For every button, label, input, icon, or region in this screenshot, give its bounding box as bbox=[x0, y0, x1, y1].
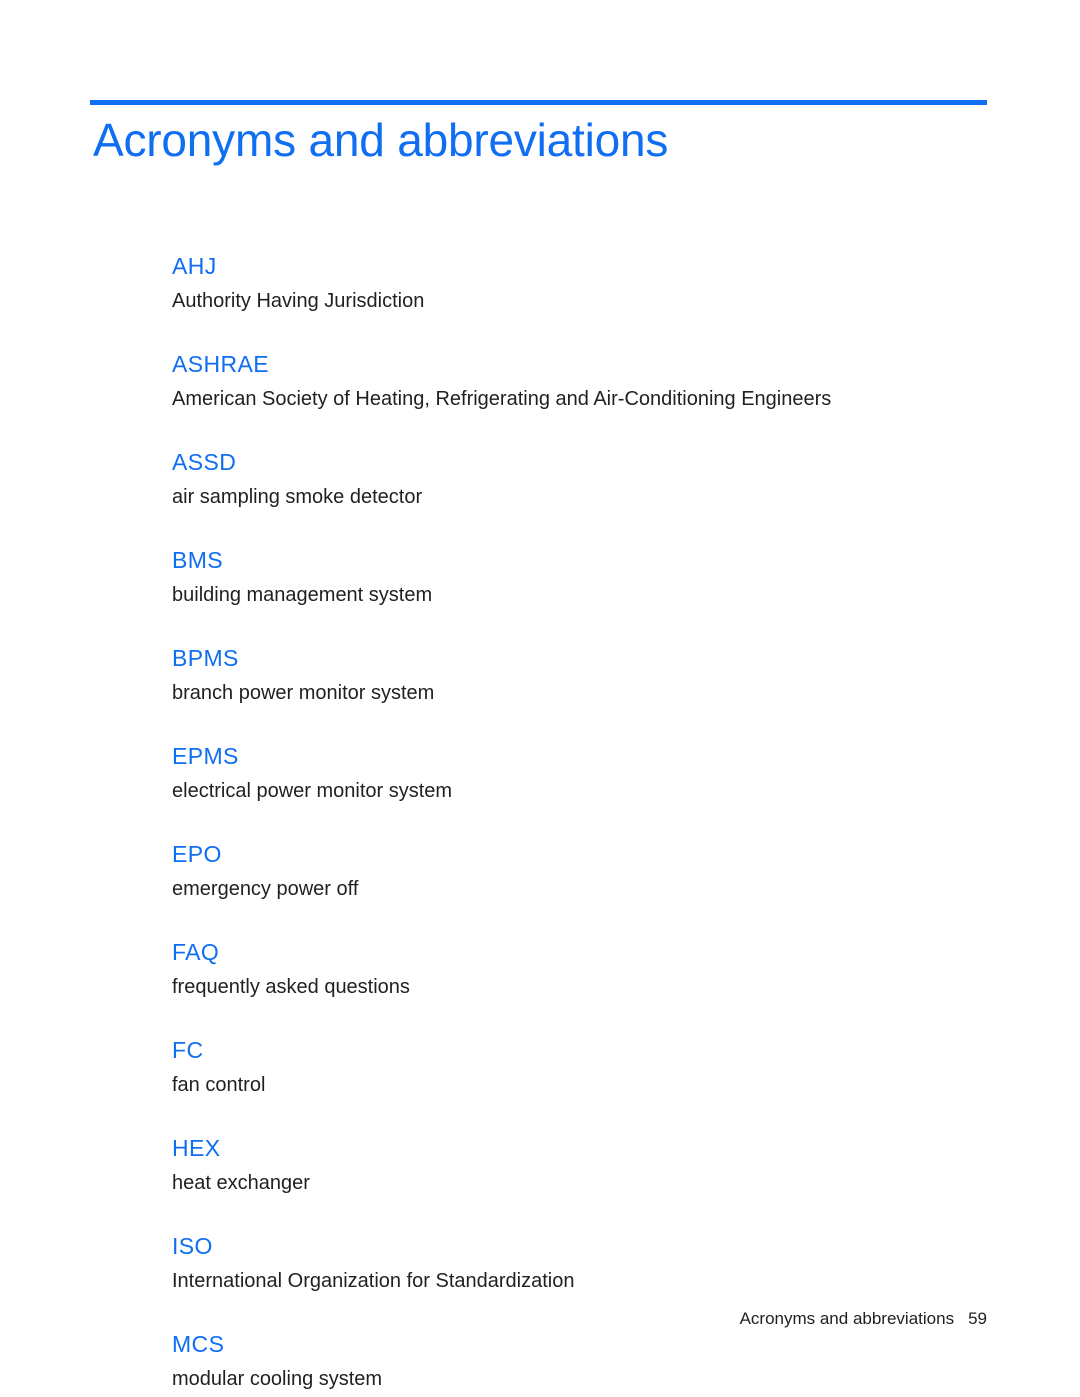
page-footer: Acronyms and abbreviations 59 bbox=[90, 1308, 987, 1330]
glossary-entry: ISO International Organization for Stand… bbox=[172, 1232, 992, 1294]
glossary-term: ASSD bbox=[172, 449, 237, 475]
glossary-entry: MCS modular cooling system bbox=[172, 1330, 992, 1392]
glossary-term: BPMS bbox=[172, 645, 239, 671]
glossary-definition: modular cooling system bbox=[172, 1368, 383, 1390]
glossary-definition: branch power monitor system bbox=[172, 682, 435, 704]
glossary-definition: frequently asked questions bbox=[172, 976, 410, 998]
glossary-term: HEX bbox=[172, 1135, 221, 1161]
glossary-definition: Authority Having Jurisdiction bbox=[172, 290, 425, 312]
glossary-entry: HEX heat exchanger bbox=[172, 1134, 992, 1196]
glossary-term: MCS bbox=[172, 1331, 225, 1357]
glossary-definition: fan control bbox=[172, 1074, 266, 1096]
glossary-entry: FC fan control bbox=[172, 1036, 992, 1098]
glossary-term: ISO bbox=[172, 1233, 213, 1259]
glossary-term: ASHRAE bbox=[172, 351, 269, 377]
glossary-definition: electrical power monitor system bbox=[172, 780, 453, 802]
glossary-entry: BMS building management system bbox=[172, 546, 992, 608]
page-title: Acronyms and abbreviations bbox=[93, 114, 669, 166]
glossary-entry: FAQ frequently asked questions bbox=[172, 938, 992, 1000]
glossary-term: EPO bbox=[172, 841, 222, 867]
glossary-entry: EPMS electrical power monitor system bbox=[172, 742, 992, 804]
footer-section-label: Acronyms and abbreviations bbox=[739, 1309, 955, 1328]
glossary-definition: International Organization for Standardi… bbox=[172, 1270, 575, 1292]
footer-page-number: 59 bbox=[968, 1309, 987, 1328]
glossary-entry: EPO emergency power off bbox=[172, 840, 992, 902]
glossary-list: AHJ Authority Having Jurisdiction ASHRAE… bbox=[172, 252, 992, 1392]
glossary-definition: building management system bbox=[172, 584, 433, 606]
glossary-entry: ASSD air sampling smoke detector bbox=[172, 448, 992, 510]
glossary-definition: emergency power off bbox=[172, 878, 359, 900]
glossary-entry: BPMS branch power monitor system bbox=[172, 644, 992, 706]
glossary-term: BMS bbox=[172, 547, 224, 573]
glossary-term: FC bbox=[172, 1037, 204, 1063]
page-header: Acronyms and abbreviations bbox=[90, 100, 987, 164]
glossary-entry: ASHRAE American Society of Heating, Refr… bbox=[172, 350, 992, 412]
glossary-term: FAQ bbox=[172, 939, 220, 965]
glossary-entry: AHJ Authority Having Jurisdiction bbox=[172, 252, 992, 314]
glossary-term: EPMS bbox=[172, 743, 239, 769]
glossary-definition: American Society of Heating, Refrigerati… bbox=[172, 388, 832, 410]
glossary-term: AHJ bbox=[172, 253, 217, 279]
glossary-definition: heat exchanger bbox=[172, 1172, 310, 1194]
glossary-definition: air sampling smoke detector bbox=[172, 486, 423, 508]
document-page: Acronyms and abbreviations AHJ Authority… bbox=[0, 0, 1080, 1397]
